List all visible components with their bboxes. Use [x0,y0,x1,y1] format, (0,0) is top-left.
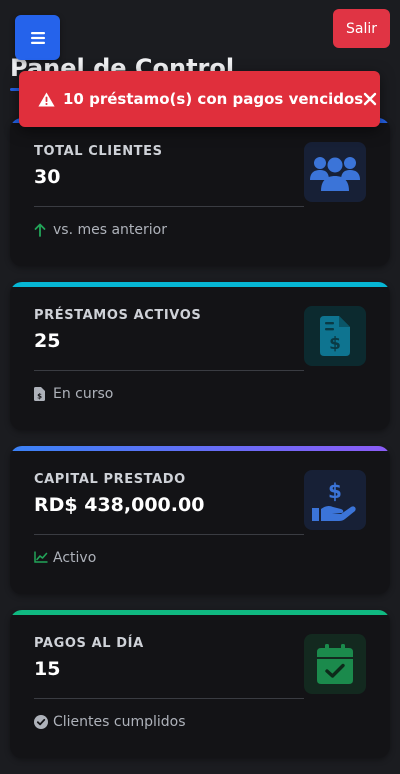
close-icon[interactable] [363,92,377,106]
card-footer: Activo [34,549,96,567]
card-footer: $ En curso [34,385,113,403]
card-footer-text: vs. mes anterior [53,222,167,238]
stat-card-total-clients: TOTAL CLIENTES 30 vs. mes anterior [10,118,390,266]
card-value: 30 [34,166,61,188]
hamburger-icon [30,31,45,44]
card-divider [34,534,304,535]
card-accent-bar [10,446,390,451]
card-footer-text: En curso [53,386,114,402]
dashboard-page: Salir Panel de Control 10 préstamo(s) co… [0,0,400,774]
card-footer: vs. mes anterior [34,221,167,239]
svg-text:$: $ [329,334,341,354]
card-value: RD$ 438,000.00 [34,494,205,516]
card-label: CAPITAL PRESTADO [34,472,186,487]
logout-button[interactable]: Salir [333,9,390,48]
card-accent-bar [10,282,390,287]
hand-holding-dollar-icon: $ [304,470,366,530]
card-divider [34,698,304,699]
check-circle-icon [34,715,48,729]
card-label: PRÉSTAMOS ACTIVOS [34,308,202,323]
invoice-dollar-icon: $ [304,306,366,366]
calendar-check-icon [304,634,366,694]
users-icon [304,142,366,202]
card-divider [34,370,304,371]
card-label: PAGOS AL DÍA [34,636,144,651]
menu-button[interactable] [15,15,60,60]
card-footer-text: Clientes cumplidos [53,714,186,730]
card-label: TOTAL CLIENTES [34,144,163,159]
card-accent-bar [10,610,390,615]
card-value: 25 [34,330,61,352]
svg-text:$: $ [37,393,42,401]
alert-message: 10 préstamo(s) con pagos vencidos [63,90,364,108]
card-footer-text: Activo [53,550,97,566]
svg-text:$: $ [328,479,342,503]
warning-triangle-icon [38,92,55,107]
invoice-dollar-icon: $ [34,387,48,401]
arrow-up-icon [34,223,48,237]
overdue-alert: 10 préstamo(s) con pagos vencidos [19,71,380,127]
card-footer: Clientes cumplidos [34,713,186,731]
card-divider [34,206,304,207]
card-value: 15 [34,658,61,680]
chart-line-icon [34,551,48,565]
stat-card-loaned-capital: CAPITAL PRESTADO RD$ 438,000.00 Activo $ [10,446,390,594]
stat-card-active-loans: PRÉSTAMOS ACTIVOS 25 $ En curso $ [10,282,390,430]
stat-card-on-time-payments: PAGOS AL DÍA 15 Clientes cumplidos [10,610,390,758]
